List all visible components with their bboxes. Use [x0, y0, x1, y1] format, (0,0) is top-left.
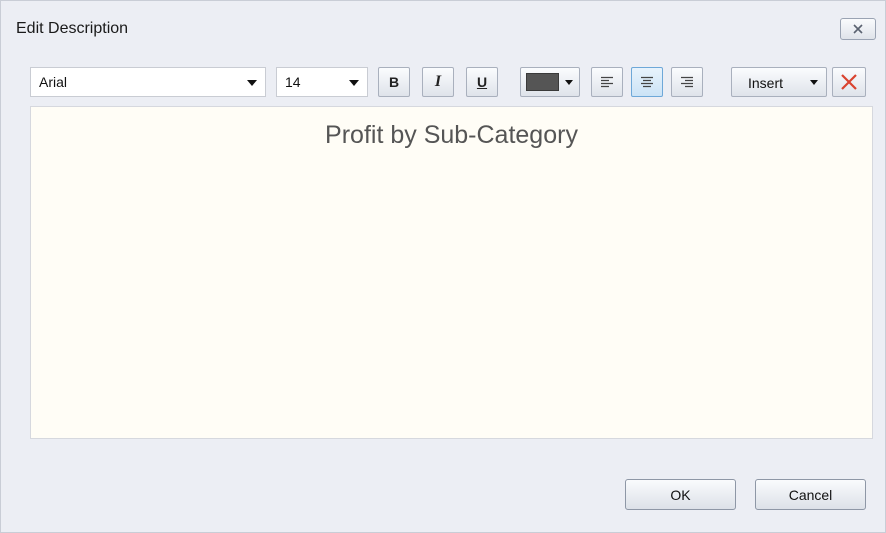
align-center-button[interactable]: [631, 67, 663, 97]
align-right-icon: [681, 76, 693, 88]
chevron-down-icon: [349, 80, 359, 86]
ok-button[interactable]: OK: [625, 479, 736, 510]
font-size-select[interactable]: 14: [276, 67, 368, 97]
align-left-button[interactable]: [591, 67, 623, 97]
underline-button[interactable]: U: [466, 67, 498, 97]
chevron-down-icon: [810, 80, 818, 85]
close-button[interactable]: [840, 18, 876, 40]
bold-icon: B: [388, 74, 400, 90]
description-editor[interactable]: Profit by Sub-Category: [30, 106, 873, 439]
underline-icon: U: [476, 74, 488, 90]
description-text[interactable]: Profit by Sub-Category: [31, 121, 872, 150]
bold-button[interactable]: B: [378, 67, 410, 97]
italic-icon: I: [434, 73, 442, 90]
align-left-icon: [601, 76, 613, 88]
chevron-down-icon: [247, 80, 257, 86]
text-color-button[interactable]: [520, 67, 580, 97]
insert-button[interactable]: Insert: [731, 67, 827, 97]
dialog-title: Edit Description: [16, 20, 129, 37]
italic-button[interactable]: I: [422, 67, 454, 97]
title-bar: Edit Description: [1, 1, 885, 57]
clear-formatting-button[interactable]: [832, 67, 866, 97]
edit-description-dialog: Edit Description Arial 14 B I U Insert P…: [0, 0, 886, 533]
font-family-select[interactable]: Arial: [30, 67, 266, 97]
formatting-toolbar: Arial 14 B I U Insert: [1, 63, 885, 99]
chevron-down-icon: [565, 80, 573, 85]
align-center-icon: [641, 76, 653, 88]
close-x-icon: [853, 24, 863, 34]
align-right-button[interactable]: [671, 67, 703, 97]
insert-label: Insert: [748, 75, 784, 91]
red-x-icon: [841, 74, 857, 90]
color-swatch: [526, 73, 559, 91]
font-family-value: Arial: [39, 74, 68, 90]
font-size-value: 14: [285, 74, 301, 90]
cancel-button[interactable]: Cancel: [755, 479, 866, 510]
